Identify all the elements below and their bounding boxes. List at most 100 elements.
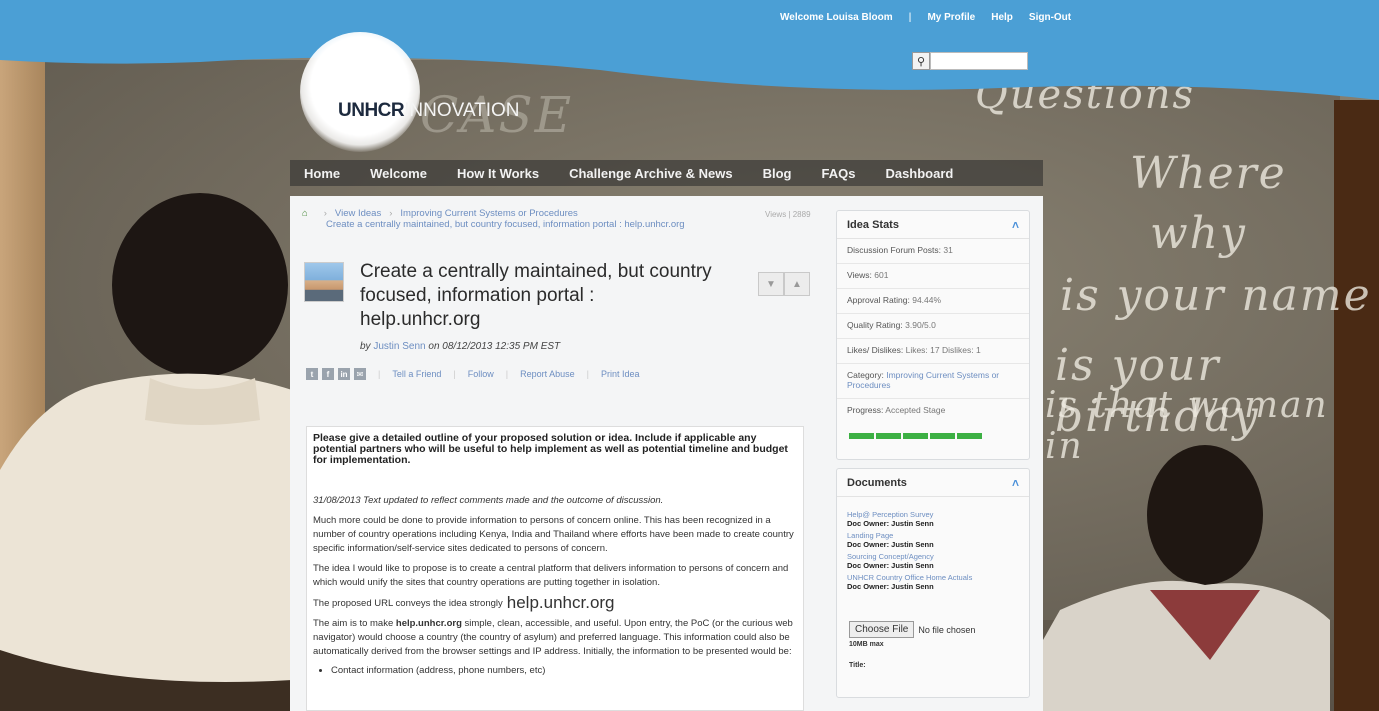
- nav-dashboard[interactable]: Dashboard: [885, 166, 953, 181]
- document-item: Sourcing Concept/Agency Doc Owner: Justin…: [837, 549, 1029, 570]
- breadcrumb-current: Create a centrally maintained, but count…: [326, 219, 685, 230]
- document-owner: Doc Owner: Justin Senn: [847, 561, 934, 570]
- user-links: Welcome Louisa Bloom | My Profile Help S…: [780, 12, 1071, 23]
- follow-link[interactable]: Follow: [468, 369, 494, 379]
- idea-title: Create a centrally maintained, but count…: [360, 261, 712, 330]
- nav-home[interactable]: Home: [304, 166, 340, 181]
- file-upload: Choose File No file chosen: [849, 621, 1029, 638]
- idea-stats-header[interactable]: Idea Stats ˄: [837, 211, 1029, 239]
- document-owner: Doc Owner: Justin Senn: [847, 582, 934, 591]
- breadcrumb-sep: ›: [323, 208, 327, 219]
- stat-category: Category: Improving Current Systems or P…: [837, 364, 1029, 399]
- nav-challenge-archive[interactable]: Challenge Archive & News: [569, 166, 733, 181]
- divider: |: [586, 369, 589, 379]
- breadcrumb-sep: ›: [389, 208, 393, 219]
- detail-paragraph: The aim is to make help.unhcr.org simple…: [313, 617, 797, 659]
- logo-main-text: UNHCR: [338, 100, 405, 121]
- no-file-text: No file chosen: [918, 624, 976, 635]
- update-note: 31/08/2013 Text updated to reflect comme…: [313, 495, 664, 506]
- twitter-icon[interactable]: t: [306, 368, 318, 380]
- stat-value: Likes: 17 Dislikes: 1: [905, 345, 981, 355]
- breadcrumb-category[interactable]: Improving Current Systems or Procedures: [400, 208, 577, 219]
- stat-quality: Quality Rating: 3.90/5.0: [837, 314, 1029, 339]
- documents-header[interactable]: Documents ˄: [837, 469, 1029, 497]
- chevron-up-icon[interactable]: ˄: [1012, 218, 1019, 232]
- idea-detail: Please give a detailed outline of your p…: [306, 426, 804, 711]
- divider: |: [453, 369, 456, 379]
- top-banner: [0, 0, 1379, 100]
- detail-paragraph: The idea I would like to propose is to c…: [313, 563, 789, 588]
- title-label: Title:: [849, 662, 866, 669]
- divider: |: [378, 369, 381, 379]
- breadcrumb-view-ideas[interactable]: View Ideas: [335, 208, 381, 219]
- nav-how-it-works[interactable]: How It Works: [457, 166, 539, 181]
- text-bold: help.unhcr.org: [395, 618, 462, 629]
- tell-a-friend-link[interactable]: Tell a Friend: [392, 369, 441, 379]
- stat-progress: Progress: Accepted Stage: [837, 399, 1029, 423]
- stat-label: Progress:: [847, 405, 884, 415]
- view-count: Views | 2889: [765, 210, 811, 219]
- list-item: Contact information (address, phone numb…: [331, 665, 797, 676]
- document-link[interactable]: Help@ Perception Survey: [847, 510, 1019, 519]
- vote-down-button[interactable]: ▼: [758, 272, 784, 296]
- stat-value: 31: [943, 245, 953, 255]
- stat-value: 601: [874, 270, 889, 280]
- document-item: Help@ Perception Survey Doc Owner: Justin…: [837, 507, 1029, 528]
- divider: |: [505, 369, 509, 379]
- progress-segment: [903, 433, 928, 439]
- document-link[interactable]: UNHCR Country Office Home Actuals: [847, 573, 1019, 582]
- banner-wave: [0, 0, 1379, 100]
- breadcrumb: ⌂ › View Ideas › Improving Current Systems o…: [302, 208, 722, 230]
- file-limit: 10MB max: [849, 641, 884, 648]
- search-icon[interactable]: ⚲: [912, 52, 930, 70]
- document-owner: Doc Owner: Justin Senn: [847, 519, 934, 528]
- proposed-url: help.unhcr.org: [506, 593, 615, 612]
- document-item: Landing Page Doc Owner: Justin Senn: [837, 528, 1029, 549]
- stat-likes: Likes/ Dislikes: Likes: 17 Dislikes: 1: [837, 339, 1029, 364]
- sign-out-link[interactable]: Sign-Out: [1029, 12, 1071, 23]
- document-owner: Doc Owner: Justin Senn: [847, 540, 934, 549]
- text: The aim is to make: [313, 618, 396, 629]
- stat-views: Views: 601: [837, 264, 1029, 289]
- progress-bar: [837, 423, 1029, 459]
- nav-welcome[interactable]: Welcome: [370, 166, 427, 181]
- nav-blog[interactable]: Blog: [763, 166, 792, 181]
- search-input[interactable]: [930, 52, 1028, 70]
- document-link[interactable]: Sourcing Concept/Agency: [847, 552, 1019, 561]
- chevron-up-icon[interactable]: ˄: [1012, 476, 1019, 490]
- stat-forum-posts: Discussion Forum Posts: 31: [837, 239, 1029, 264]
- vote-up-button[interactable]: ▲: [784, 272, 810, 296]
- search-bar: ⚲: [912, 52, 1028, 70]
- byline: by Justin Senn on 08/12/2013 12:35 PM ES…: [360, 341, 560, 352]
- progress-segment: [849, 433, 874, 439]
- stat-value: Accepted Stage: [885, 405, 946, 415]
- print-idea-link[interactable]: Print Idea: [601, 369, 640, 379]
- url-intro: The proposed URL conveys the idea strong…: [313, 598, 503, 609]
- email-icon[interactable]: ✉: [354, 368, 366, 380]
- stat-label: Views:: [847, 270, 872, 280]
- my-profile-link[interactable]: My Profile: [927, 12, 975, 23]
- stat-label: Category:: [847, 370, 884, 380]
- author-avatar[interactable]: [304, 262, 344, 302]
- stat-value: 3.90/5.0: [905, 320, 936, 330]
- facebook-icon[interactable]: f: [322, 368, 334, 380]
- stat-label: Likes/ Dislikes:: [847, 345, 904, 355]
- idea-stats-card: Idea Stats ˄ Discussion Forum Posts: 31 …: [836, 210, 1030, 460]
- help-link[interactable]: Help: [991, 12, 1013, 23]
- stat-label: Approval Rating:: [847, 295, 910, 305]
- site-logo[interactable]: UNHCRINNOVATION: [338, 100, 520, 122]
- progress-segment: [930, 433, 955, 439]
- choose-file-button[interactable]: Choose File: [849, 621, 915, 638]
- author-link[interactable]: Justin Senn: [373, 341, 425, 352]
- progress-segment: [876, 433, 901, 439]
- stat-value: 94.44%: [912, 295, 942, 305]
- main-navigation: Home Welcome How It Works Challenge Arch…: [290, 160, 1043, 186]
- linkedin-icon[interactable]: in: [338, 368, 350, 380]
- nav-faqs[interactable]: FAQs: [821, 166, 855, 181]
- stat-approval: Approval Rating: 94.44%: [837, 289, 1029, 314]
- vote-buttons: ▼ ▲: [758, 272, 810, 296]
- document-link[interactable]: Landing Page: [847, 531, 1019, 540]
- report-abuse-link[interactable]: Report Abuse: [520, 369, 575, 379]
- home-icon[interactable]: ⌂: [302, 208, 308, 219]
- detail-question: Please give a detailed outline of your p…: [313, 432, 788, 466]
